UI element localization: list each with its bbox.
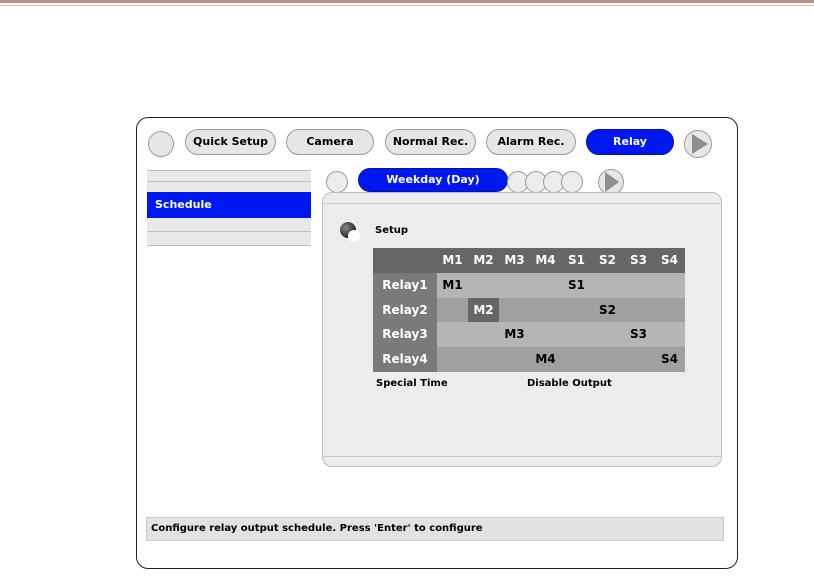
top-rule-thin — [0, 5, 814, 6]
schedule-cell[interactable] — [530, 322, 561, 348]
row-label-relay3: Relay3 — [373, 322, 437, 348]
play-arrow-icon — [692, 134, 708, 154]
menu-round-button[interactable] — [148, 131, 174, 157]
schedule-cell[interactable] — [499, 297, 530, 323]
schedule-cell[interactable] — [561, 297, 592, 323]
top-rule — [0, 0, 814, 3]
subtab-round-button[interactable] — [326, 171, 348, 193]
schedule-cell[interactable] — [592, 347, 623, 372]
table-header-s1: S1 — [561, 248, 592, 273]
table-header-s2: S2 — [592, 248, 623, 273]
sidebar-item-schedule[interactable]: Schedule — [147, 192, 311, 218]
schedule-cell[interactable] — [437, 297, 468, 323]
play-arrow-icon — [605, 172, 619, 192]
schedule-cell[interactable] — [530, 297, 561, 323]
status-bar: Configure relay output schedule. Press '… — [146, 517, 724, 541]
tab-camera[interactable]: Camera — [286, 129, 374, 155]
tab-alarm-rec[interactable]: Alarm Rec. — [486, 129, 576, 155]
schedule-cell[interactable]: S1 — [561, 272, 592, 298]
relay-schedule-table: M1 M2 M3 M4 S1 S2 S3 S4 Relay1 M1 S1 Rel… — [373, 248, 685, 372]
table-header-m4: M4 — [530, 248, 561, 273]
tab-quick-setup[interactable]: Quick Setup — [185, 129, 276, 155]
schedule-cell[interactable] — [499, 272, 530, 298]
next-tab-button[interactable] — [684, 130, 712, 158]
table-header-s3: S3 — [623, 248, 654, 273]
legend-disable-output: Disable Output — [527, 378, 612, 389]
schedule-cell[interactable] — [654, 272, 685, 298]
schedule-cell[interactable] — [561, 347, 592, 372]
schedule-cell[interactable]: S3 — [623, 322, 654, 348]
sidebar: Schedule — [147, 170, 311, 246]
table-header-s4: S4 — [654, 248, 685, 273]
tab-normal-rec[interactable]: Normal Rec. — [385, 129, 476, 155]
schedule-cell[interactable] — [499, 347, 530, 372]
row-label-relay2: Relay2 — [373, 297, 437, 323]
schedule-cell[interactable] — [437, 322, 468, 348]
schedule-cell[interactable] — [561, 322, 592, 348]
schedule-cell[interactable] — [530, 272, 561, 298]
table-header-corner — [373, 248, 437, 273]
legend-special-time: Special Time — [376, 378, 448, 389]
schedule-cell[interactable]: S2 — [592, 297, 623, 323]
schedule-cell[interactable]: S4 — [654, 347, 685, 372]
schedule-cell-selected[interactable]: M2 — [468, 297, 499, 323]
bullet-highlight — [348, 230, 360, 242]
table-header-m1: M1 — [437, 248, 468, 273]
schedule-cell[interactable] — [623, 272, 654, 298]
schedule-cell[interactable] — [654, 322, 685, 348]
sidebar-divider — [147, 231, 311, 232]
content-divider — [323, 456, 721, 457]
sidebar-divider — [147, 181, 311, 182]
row-label-relay1: Relay1 — [373, 272, 437, 298]
table-header-m3: M3 — [499, 248, 530, 273]
content-divider — [323, 203, 721, 204]
schedule-cell[interactable] — [468, 347, 499, 372]
subtab-blank-4[interactable] — [561, 171, 583, 193]
schedule-cell[interactable]: M4 — [530, 347, 561, 372]
section-title: Setup — [375, 225, 409, 236]
row-label-relay4: Relay4 — [373, 347, 437, 372]
schedule-cell[interactable] — [623, 297, 654, 323]
schedule-cell[interactable] — [468, 322, 499, 348]
schedule-cell[interactable]: M3 — [499, 322, 530, 348]
schedule-cell[interactable]: M1 — [437, 272, 468, 298]
tab-relay[interactable]: Relay — [586, 129, 674, 155]
schedule-cell[interactable] — [592, 272, 623, 298]
schedule-cell[interactable] — [468, 272, 499, 298]
table-header-m2: M2 — [468, 248, 499, 273]
schedule-cell[interactable] — [654, 297, 685, 323]
schedule-cell[interactable] — [437, 347, 468, 372]
tab-weekday-day[interactable]: Weekday (Day) — [358, 168, 508, 192]
schedule-cell[interactable] — [623, 347, 654, 372]
schedule-cell[interactable] — [592, 322, 623, 348]
